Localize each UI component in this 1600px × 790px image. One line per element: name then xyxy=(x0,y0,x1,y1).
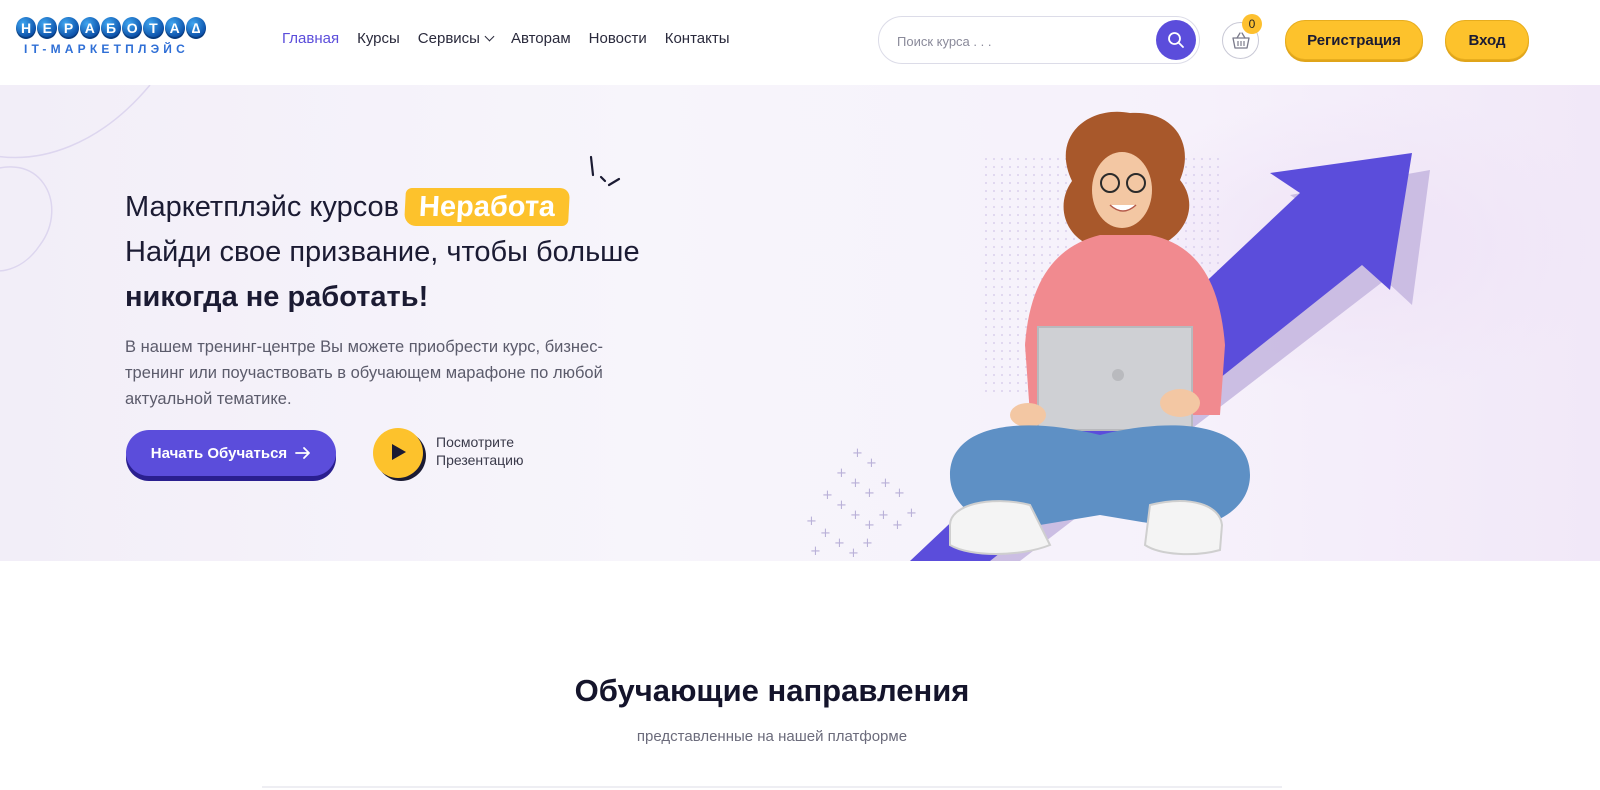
play-presentation-button[interactable] xyxy=(373,428,423,478)
search-box xyxy=(878,16,1200,64)
svg-text:+: + xyxy=(822,488,833,503)
nav-item-label: Контакты xyxy=(664,30,730,47)
nav-item-services[interactable]: Сервисы xyxy=(417,30,495,47)
svg-text:+: + xyxy=(862,536,873,551)
login-button[interactable]: Вход xyxy=(1445,20,1529,60)
arrow-right-icon xyxy=(295,447,311,459)
logo[interactable]: Н Е Р А Б О Т А ∆ IT-МАРКЕТПЛЭЙС xyxy=(16,17,206,63)
svg-text:+: + xyxy=(806,514,817,529)
svg-text:+: + xyxy=(836,498,847,513)
sparks-icon xyxy=(589,155,621,187)
svg-text:+: + xyxy=(834,536,845,551)
watch-line: Посмотрите xyxy=(436,434,515,450)
chevron-down-icon xyxy=(484,31,495,42)
hero-heading-line: Найди свое призвание, чтобы больше xyxy=(125,236,640,268)
nav-item-label: Курсы xyxy=(357,30,400,47)
nav-item-label: Главная xyxy=(282,30,340,47)
start-learning-button[interactable]: Начать Обучаться xyxy=(126,430,336,476)
svg-text:+: + xyxy=(880,476,891,491)
svg-text:+: + xyxy=(892,518,903,533)
svg-text:+: + xyxy=(850,476,861,491)
svg-text:+: + xyxy=(866,456,877,471)
search-icon xyxy=(1168,32,1184,48)
hero-heading-text: Маркетплэйс курсов xyxy=(125,191,400,223)
svg-text:+: + xyxy=(848,546,859,561)
watch-presentation-text[interactable]: Посмотрите Презентацию xyxy=(436,433,524,469)
nav-item-authors[interactable]: Авторам xyxy=(511,30,571,47)
register-button[interactable]: Регистрация xyxy=(1285,20,1423,60)
svg-text:+: + xyxy=(836,466,847,481)
logo-letter: А xyxy=(79,17,100,39)
logo-mark: Н Е Р А Б О Т А ∆ xyxy=(16,17,206,39)
nav-item-news[interactable]: Новости xyxy=(589,30,647,47)
svg-text:+: + xyxy=(878,508,889,523)
main-nav: Главная Курсы Сервисы Авторам Новости Ко… xyxy=(282,30,730,47)
logo-letter: Р xyxy=(58,17,79,39)
section-title: Обучающие направления xyxy=(574,673,970,708)
sneaker-right xyxy=(1143,500,1224,556)
nav-item-home[interactable]: Главная xyxy=(282,30,339,47)
search-button[interactable] xyxy=(1156,20,1196,60)
basket-icon xyxy=(1232,32,1250,49)
section-subtitle: представленные на нашей платформе xyxy=(636,728,908,745)
nav-item-label: Новости xyxy=(588,30,647,47)
logo-letter: Н xyxy=(16,17,37,39)
hero-highlight: Неработа xyxy=(404,188,571,226)
start-learning-label: Начать Обучаться xyxy=(150,444,288,462)
hero-heading-line: Маркетплэйс курсов Неработа xyxy=(125,185,640,230)
svg-text:+: + xyxy=(864,486,875,501)
svg-text:+: + xyxy=(852,446,863,461)
svg-text:+: + xyxy=(810,544,821,559)
nav-item-label: Авторам xyxy=(510,30,571,47)
logo-letter: Б xyxy=(100,17,122,39)
svg-text:+: + xyxy=(864,518,875,533)
cart-count-badge: 0 xyxy=(1242,14,1262,34)
logo-letter: А xyxy=(164,17,185,39)
logo-letter: Т xyxy=(143,17,164,39)
logo-subtitle: IT-МАРКЕТПЛЭЙС xyxy=(24,42,189,56)
plus-pattern: +++++ +++++ +++++ +++++ xyxy=(806,446,917,561)
svg-text:+: + xyxy=(820,526,831,541)
divider xyxy=(262,786,1282,788)
site-header: Н Е Р А Б О Т А ∆ IT-МАРКЕТПЛЭЙС Главная… xyxy=(0,0,1600,85)
svg-text:+: + xyxy=(906,506,917,521)
hero-section: Маркетплэйс курсов Неработа Найди свое пр… xyxy=(0,85,1600,561)
watch-line: Презентацию xyxy=(436,452,524,468)
nav-item-courses[interactable]: Курсы xyxy=(357,30,400,47)
search-input[interactable] xyxy=(897,29,1137,53)
nav-item-label: Сервисы xyxy=(417,30,480,47)
logo-letter: Е xyxy=(37,17,58,39)
nav-item-contacts[interactable]: Контакты xyxy=(665,30,730,47)
hero-description: В нашем тренинг-центре Вы можете приобре… xyxy=(125,338,603,408)
play-icon xyxy=(392,444,406,460)
logo-letter: ∆ xyxy=(185,17,206,39)
svg-text:+: + xyxy=(894,486,905,501)
hero-illustration: +++++ +++++ +++++ +++++ xyxy=(806,95,1600,561)
svg-text:+: + xyxy=(850,508,861,523)
logo-letter: О xyxy=(122,17,143,39)
hero-heading: Маркетплэйс курсов Неработа Найди свое пр… xyxy=(125,185,640,320)
hero-heading-line-bold: никогда не работать! xyxy=(125,281,429,313)
